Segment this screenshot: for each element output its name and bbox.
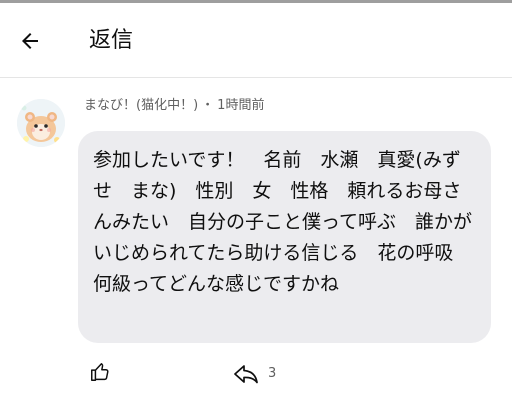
avatar[interactable] <box>17 99 65 147</box>
header-divider <box>0 77 512 78</box>
comment-bubble: 参加したいです！ 名前 水瀬 真愛(みずせ まな) 性別 女 性格 頼れるお母さ… <box>78 131 491 343</box>
comment-text: 参加したいです！ 名前 水瀬 真愛(みずせ まな) 性別 女 性格 頼れるお母さ… <box>93 149 473 295</box>
hamster-avatar-icon <box>17 99 65 147</box>
meta-separator: ・ <box>201 98 215 113</box>
arrow-left-icon <box>22 33 38 49</box>
back-button[interactable] <box>14 25 46 57</box>
app-header: 返信 <box>0 3 512 77</box>
page-title: 返信 <box>89 28 134 53</box>
comment-time: 1時間前 <box>217 98 265 113</box>
reply-button[interactable] <box>232 360 260 388</box>
reply-count: 3 <box>268 366 277 381</box>
comment-author[interactable]: まなび！(猫化中！) <box>84 98 198 113</box>
like-button[interactable] <box>86 358 114 386</box>
comment-meta: まなび！(猫化中！) ・ 1時間前 <box>84 96 264 116</box>
thumbs-up-icon <box>91 363 109 381</box>
reply-icon <box>234 365 258 384</box>
